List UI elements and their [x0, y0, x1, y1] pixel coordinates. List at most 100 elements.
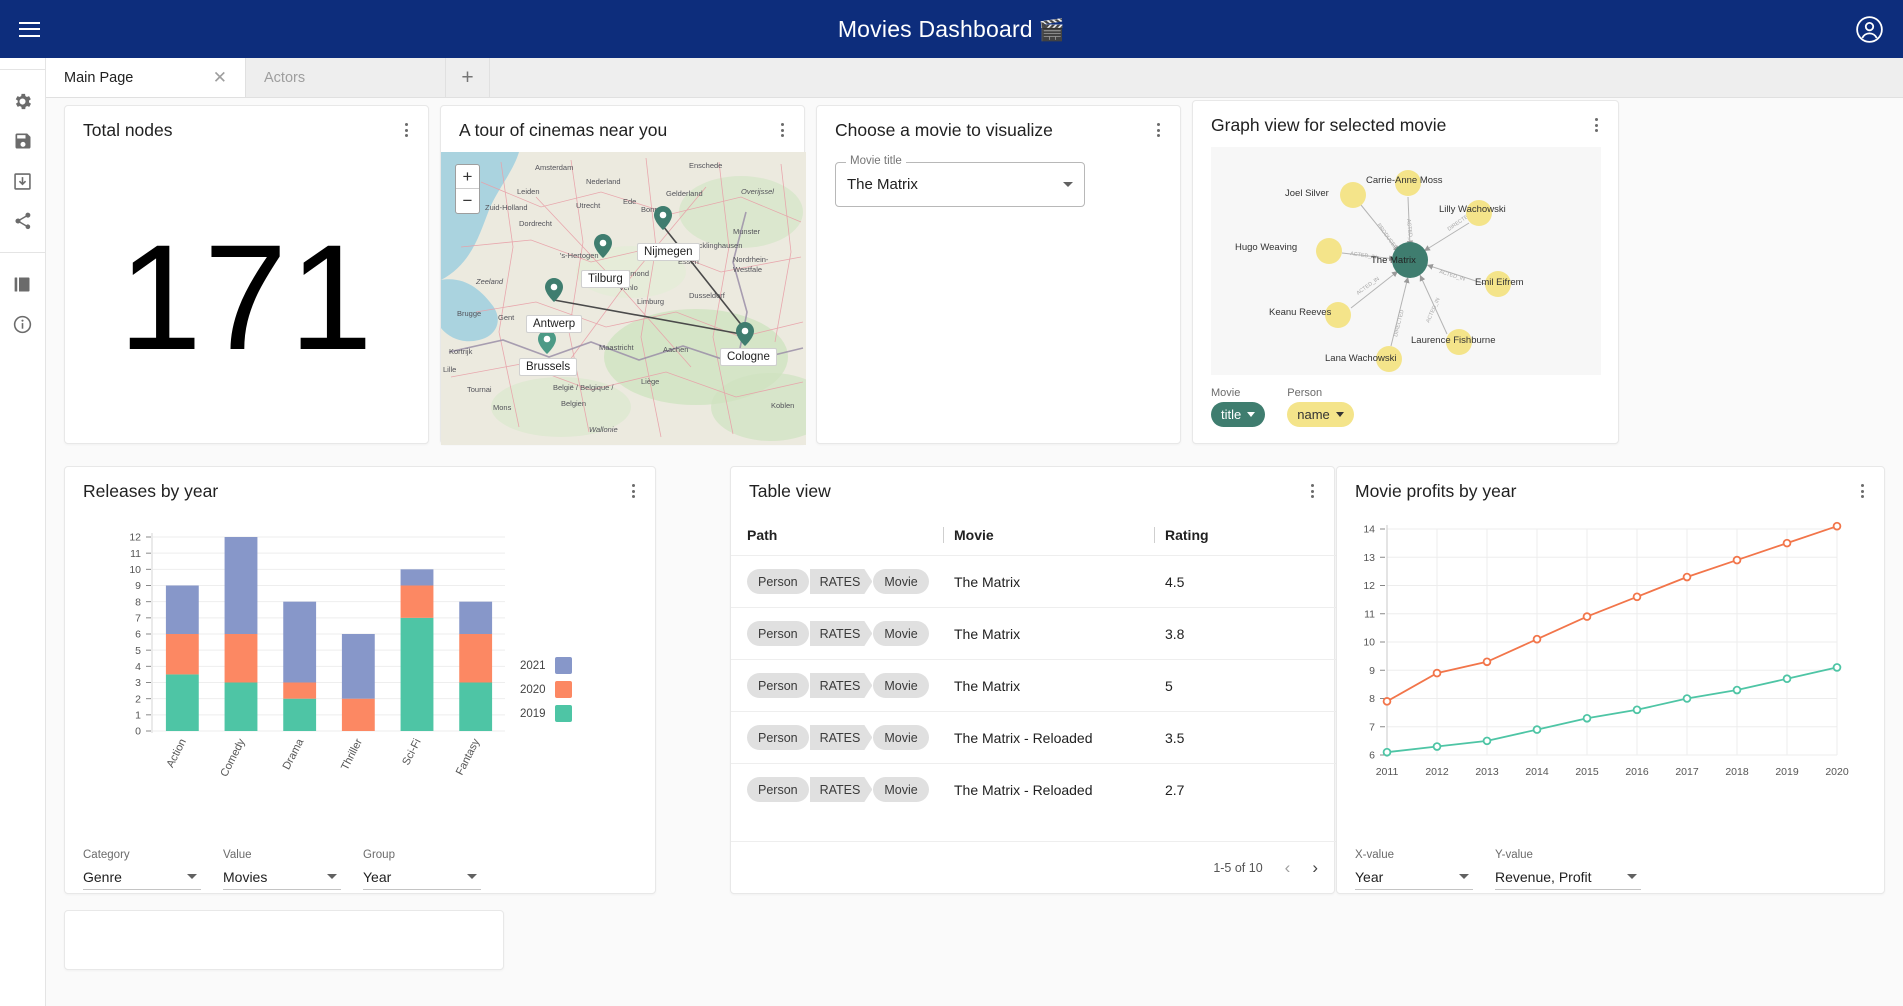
legend-label: 2020 [520, 683, 546, 696]
card-menu-button[interactable] [1852, 481, 1872, 501]
graph-canvas[interactable]: PRODUCED ACTED_IN DIRECTED ACTED_IN ACTE… [1211, 147, 1601, 375]
map-zoom-out-button[interactable]: − [456, 189, 479, 213]
svg-text:3: 3 [135, 677, 141, 689]
relationship-chip: RATES [810, 569, 873, 594]
line-data-point [1832, 663, 1842, 672]
pagination-next-button[interactable]: › [1312, 858, 1318, 878]
legend-item[interactable]: 2019 [520, 705, 572, 722]
pagination-prev-button[interactable]: ‹ [1285, 858, 1291, 878]
line-data-point [1782, 538, 1792, 548]
svg-text:Westfale: Westfale [733, 265, 762, 274]
table-row[interactable]: Person RATES Movie The Matrix - Reloaded 3.5 [731, 711, 1336, 763]
map-marker[interactable] [538, 330, 556, 354]
line-series [1386, 666, 1838, 754]
chevron-down-icon [187, 874, 197, 879]
svg-text:12: 12 [129, 532, 141, 544]
graph-node[interactable] [1316, 238, 1342, 264]
sidebar-item-save[interactable] [0, 121, 46, 161]
map-zoom-control[interactable]: + − [455, 164, 480, 214]
svg-text:Koblen: Koblen [771, 401, 794, 410]
tab-main-page[interactable]: Main Page ✕ [46, 58, 246, 97]
sidebar-item-import[interactable] [0, 161, 46, 201]
bar-group-select[interactable]: Year [363, 864, 481, 890]
map-tiles: Amsterdam Nederland Enschede Leiden Utre… [441, 152, 806, 445]
user-account-button[interactable] [1849, 9, 1889, 49]
table-row[interactable]: Person RATES Movie The Matrix 3.8 [731, 607, 1336, 659]
tab-main-page-label: Main Page [64, 69, 134, 86]
bar-category-select[interactable]: Genre [83, 864, 201, 890]
svg-text:Nordrhein-: Nordrhein- [733, 255, 769, 264]
card-menu-button[interactable] [396, 120, 416, 140]
svg-text:Liège: Liège [641, 377, 659, 386]
card-menu-button[interactable] [772, 120, 792, 140]
bar-control-value: Value Movies [223, 849, 341, 890]
bar-value-select[interactable]: Movies [223, 864, 341, 890]
table-row[interactable]: Person RATES Movie The Matrix 5 [731, 659, 1336, 711]
bar-segment [400, 569, 434, 586]
movie-title-label: Movie title [846, 155, 906, 167]
add-tab-button[interactable]: + [446, 58, 490, 97]
graph-node-center-label: The Matrix [1371, 255, 1416, 266]
graph-person-property-chip[interactable]: name [1287, 402, 1354, 427]
card-partial-bottom [64, 910, 504, 970]
graph-node[interactable] [1340, 182, 1366, 208]
map-marker[interactable] [654, 206, 672, 230]
table-row[interactable]: Person RATES Movie The Matrix - Reloaded 2.7 [731, 763, 1336, 815]
sidebar-item-reports[interactable] [0, 264, 46, 304]
movie-cell: The Matrix - Reloaded [954, 781, 1093, 798]
legend-item[interactable]: 2020 [520, 681, 572, 698]
bar-control-value-caption: Value [223, 849, 252, 861]
sidebar-item-share[interactable] [0, 201, 46, 241]
column-header-movie: Movie [954, 527, 994, 543]
legend-item[interactable]: 2021 [520, 657, 572, 674]
line-x-tick-label: 2014 [1525, 766, 1549, 778]
map-marker[interactable] [594, 234, 612, 258]
line-data-point [1482, 657, 1492, 667]
graph-node-label: Lana Wachowski [1325, 353, 1397, 364]
sidebar-item-settings[interactable] [0, 81, 46, 121]
svg-text:Leiden: Leiden [517, 187, 540, 196]
path-cell: Person RATES Movie [747, 569, 943, 594]
card-menu-button[interactable] [1586, 115, 1606, 135]
line-data-point [1532, 634, 1542, 644]
line-x-select[interactable]: Year [1355, 864, 1473, 890]
card-menu-button[interactable] [623, 481, 643, 501]
chevron-down-icon[interactable] [1063, 182, 1073, 187]
card-total-nodes-title: Total nodes [83, 120, 173, 140]
svg-text:'s-Hertogen: 's-Hertogen [560, 251, 599, 260]
graph-movie-property-chip[interactable]: title [1211, 402, 1266, 427]
node-label-chip: Person [747, 673, 809, 698]
tab-actors[interactable]: Actors [246, 58, 446, 97]
svg-text:9: 9 [135, 580, 141, 592]
node-label-chip: Movie [873, 673, 929, 698]
graph-node-label: Lilly Wachowski [1439, 204, 1506, 215]
bar-segment [283, 698, 317, 731]
map-viewport[interactable]: Amsterdam Nederland Enschede Leiden Utre… [441, 152, 806, 445]
svg-text:Ede: Ede [623, 197, 636, 206]
movie-title-select[interactable]: Movie title The Matrix [835, 155, 1085, 207]
chevron-down-icon [467, 874, 477, 879]
map-marker[interactable] [736, 322, 754, 346]
info-circle-icon [13, 315, 32, 333]
line-y-select[interactable]: Revenue, Profit [1495, 864, 1641, 890]
close-icon[interactable]: ✕ [213, 69, 227, 86]
map-zoom-in-button[interactable]: + [456, 165, 479, 189]
download-box-icon [14, 172, 31, 190]
sidebar-item-about[interactable] [0, 304, 46, 344]
line-control-y: Y-value Revenue, Profit [1495, 849, 1641, 890]
bar-segment [400, 617, 434, 731]
total-nodes-value: 171 [118, 212, 375, 381]
table-row[interactable]: Person RATES Movie The Matrix 4.5 [731, 555, 1336, 607]
hamburger-menu-button[interactable] [0, 0, 58, 58]
line-x-value: Year [1355, 868, 1384, 885]
map-marker[interactable] [545, 278, 563, 302]
graph-control-person: Person name [1287, 387, 1354, 427]
graph-node-label: Joel Silver [1285, 188, 1329, 199]
sidebar-divider-2 [0, 252, 45, 253]
svg-text:Lille: Lille [443, 365, 456, 374]
bar-category-label: Drama [281, 736, 307, 772]
card-menu-button[interactable] [1302, 481, 1322, 501]
card-menu-button[interactable] [1148, 120, 1168, 140]
graph-control-person-caption: Person [1287, 387, 1323, 399]
graph-node-label: Carrie-Anne Moss [1366, 175, 1443, 186]
